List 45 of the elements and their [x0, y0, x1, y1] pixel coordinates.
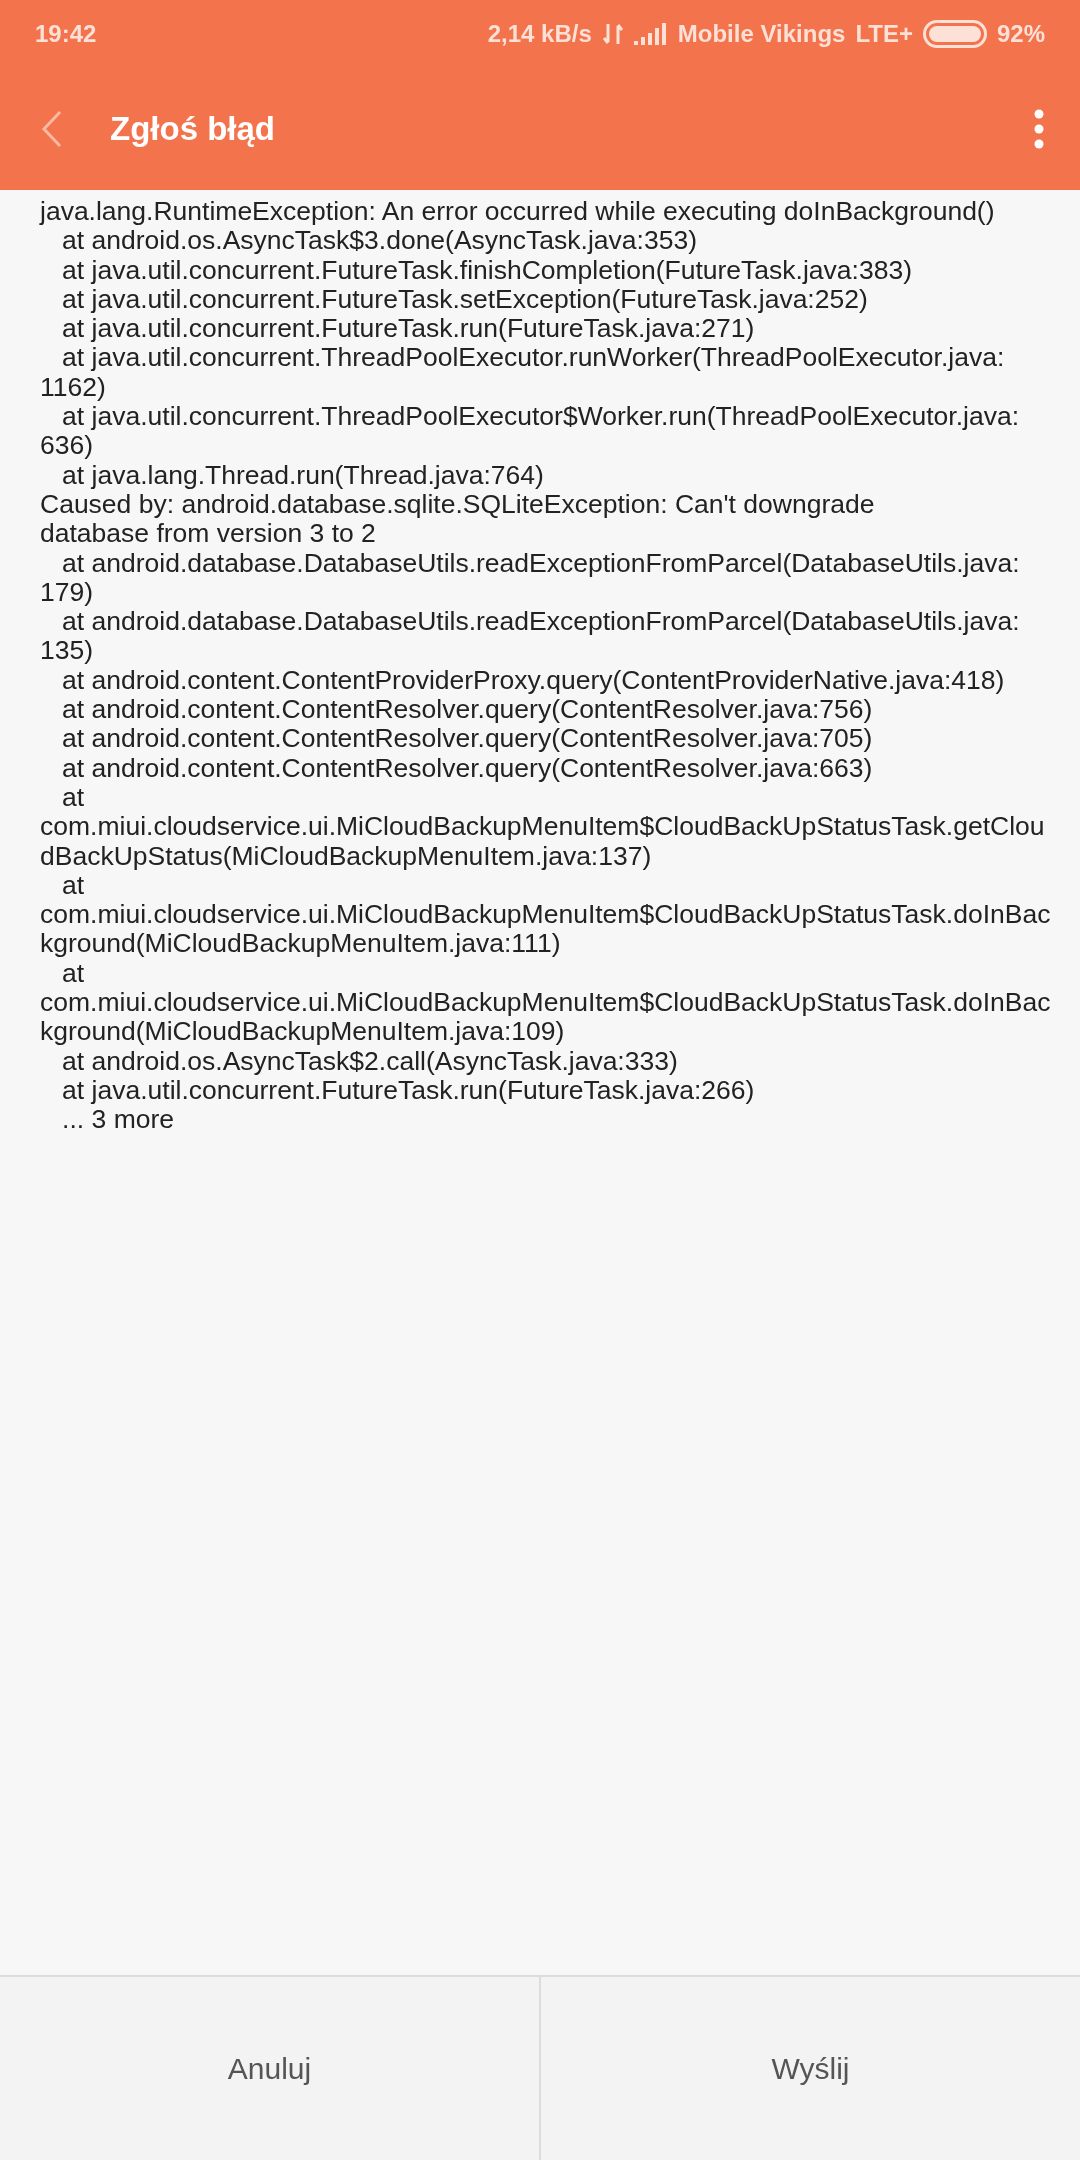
back-icon — [40, 109, 64, 149]
battery-icon — [922, 20, 987, 48]
log-line: at — [62, 870, 85, 901]
log-line: at java.util.concurrent.FutureTask.run(FutureTask.java:271) — [61, 314, 755, 344]
network-speed: 2,14 kB/s — [487, 20, 592, 48]
signal-icon — [633, 23, 668, 45]
log-line: at java.lang.Thread.run(Thread.java:764) — [61, 460, 544, 490]
log-line: at — [61, 782, 85, 813]
log-line: at android.database.DatabaseUtils.readExceptionFromParcel(DatabaseUtils.java: — [61, 548, 1020, 578]
log-line: 135) — [40, 636, 94, 666]
log-line: at android.os.AsyncTask$3.done(AsyncTask.java:353) — [61, 226, 697, 256]
log-line: 636) — [40, 431, 94, 461]
log-line: com.miui.cloudservice.ui.MiCloudBackupMenuItem$CloudBackUpStatusTask.doInBac — [40, 900, 1051, 930]
log-line: at android.os.AsyncTask$2.call(AsyncTask.java:333) — [61, 1046, 678, 1076]
screen-title: Zgłoś błąd — [110, 110, 276, 148]
log-line: at — [61, 958, 85, 988]
network-type: LTE+ — [855, 20, 913, 48]
log-line: at java.util.concurrent.FutureTask.run(FutureTask.java:266) — [61, 1075, 755, 1106]
log-line: at android.database.DatabaseUtils.readExceptionFromParcel(DatabaseUtils.java: — [61, 607, 1020, 637]
log-line: database from version 3 to 2 — [40, 519, 376, 549]
log-line: at java.util.concurrent.FutureTask.setException(FutureTask.java:252) — [61, 284, 868, 315]
data-transfer-icon — [601, 22, 624, 46]
battery-percent: 92% — [996, 20, 1045, 48]
more-button[interactable] — [1034, 109, 1044, 149]
carrier-name: Mobile Vikings — [677, 20, 846, 48]
log-line: dBackUpStatus(MiCloudBackupMenuItem.java:137) — [40, 841, 652, 871]
log-line: at android.content.ContentResolver.query(ContentResolver.java:756) — [61, 695, 873, 725]
status-time: 19:42 — [35, 20, 97, 48]
log-line: at android.content.ContentProviderProxy.query(ContentProviderNative.java:418) — [61, 665, 1005, 696]
log-line: at java.util.concurrent.FutureTask.finishCompletion(FutureTask.java:383) — [61, 255, 912, 285]
back-button[interactable] — [40, 109, 64, 149]
log-line: kground(MiCloudBackupMenuItem.java:111) — [40, 929, 561, 959]
log-line: at android.content.ContentResolver.query(ContentResolver.java:663) — [61, 753, 873, 783]
log-line: at java.util.concurrent.ThreadPoolExecutor.runWorker(ThreadPoolExecutor.java: — [61, 343, 1005, 373]
log-line: java.lang.RuntimeException: An error occurred while executing doInBackground() — [40, 197, 995, 227]
log-line: at java.util.concurrent.ThreadPoolExecutor$Worker.run(ThreadPoolExecutor.java: — [61, 402, 1020, 432]
log-line: ... 3 more — [61, 1105, 174, 1135]
log-line: at android.content.ContentResolver.query(ContentResolver.java:705) — [61, 724, 873, 754]
more-icon — [1034, 109, 1044, 149]
log-line: 179) — [40, 577, 94, 608]
log-line: 1162) — [40, 372, 106, 403]
log-line: Caused by: android.database.sqlite.SQLiteException: Can't downgrade — [40, 489, 875, 520]
log-line: com.miui.cloudservice.ui.MiCloudBackupMenuItem$CloudBackUpStatusTask.doInBac — [40, 988, 1051, 1018]
log-line: com.miui.cloudservice.ui.MiCloudBackupMenuItem$CloudBackUpStatusTask.getClou — [40, 812, 1045, 842]
log-line: kground(MiCloudBackupMenuItem.java:109) — [40, 1017, 565, 1047]
